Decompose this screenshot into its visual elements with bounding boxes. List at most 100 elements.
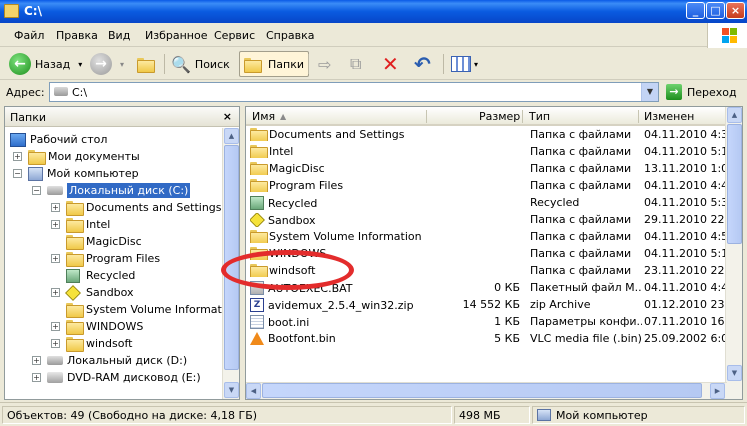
- tree-item-desktop[interactable]: Рабочий стол: [10, 131, 107, 148]
- expand-icon[interactable]: +: [51, 254, 60, 263]
- expand-icon[interactable]: +: [13, 152, 22, 161]
- folder-icon: [250, 162, 268, 175]
- tree-item-magicdisc[interactable]: MagicDisc: [51, 233, 142, 250]
- collapse-icon[interactable]: −: [32, 186, 41, 195]
- scroll-down-button[interactable]: ▼: [727, 365, 742, 381]
- scroll-right-button[interactable]: ▶: [710, 383, 725, 399]
- folder-icon: [250, 145, 268, 158]
- menu-file[interactable]: Файл: [14, 29, 44, 42]
- close-pane-icon[interactable]: ×: [223, 110, 232, 123]
- forward-button[interactable]: → ▾: [90, 51, 124, 77]
- table-row[interactable]: Sandbox Папка с файлами 29.11.2010 22:35: [250, 211, 742, 228]
- tree-item-system-volume-information[interactable]: System Volume Information: [51, 301, 239, 318]
- column-type[interactable]: Тип: [529, 110, 550, 123]
- column-name[interactable]: Имя: [252, 110, 275, 123]
- close-button[interactable]: ×: [726, 2, 745, 19]
- windows-logo-icon: [707, 23, 747, 48]
- horizontal-scrollbar[interactable]: ◀ ▶: [246, 382, 727, 399]
- table-row[interactable]: Program Files Папка с файлами 04.11.2010…: [250, 177, 742, 194]
- folder-icon: [250, 128, 268, 141]
- tree-item-documents-and-settings[interactable]: + Documents and Settings: [51, 199, 222, 216]
- tree-label: System Volume Information: [86, 303, 239, 316]
- copy-to-button[interactable]: ⧉: [350, 51, 361, 77]
- file-list-scrollbar[interactable]: ▲ ▼: [725, 107, 742, 399]
- expand-icon[interactable]: +: [51, 288, 60, 297]
- tree-item-my-computer[interactable]: − Мой компьютер: [13, 165, 139, 182]
- scroll-up-button[interactable]: ▲: [224, 128, 239, 144]
- undo-button[interactable]: ↶: [414, 51, 431, 77]
- drive-icon: [47, 356, 63, 365]
- back-button[interactable]: ← Назад ▾: [9, 51, 82, 77]
- table-row[interactable]: Zavidemux_2.5.4_win32.zip 14 552 КБ zip …: [250, 296, 742, 313]
- move-to-button[interactable]: ⇨: [318, 51, 331, 77]
- copy-to-icon: ⧉: [350, 54, 362, 73]
- expand-icon[interactable]: +: [51, 339, 60, 348]
- table-row[interactable]: Bootfont.bin 5 КБ VLC media file (.bin) …: [250, 330, 742, 347]
- table-row[interactable]: Recycled Recycled 04.11.2010 5:36: [250, 194, 742, 211]
- zip-archive-icon: Z: [250, 298, 264, 312]
- menu-edit[interactable]: Правка: [56, 29, 98, 42]
- folder-tree: Рабочий стол + Мои документы − Мой компь…: [5, 128, 239, 399]
- table-row[interactable]: boot.ini 1 КБ Параметры конфи... 07.11.2…: [250, 313, 742, 330]
- back-arrow-icon: ←: [9, 53, 31, 75]
- scroll-thumb[interactable]: [727, 124, 742, 244]
- expand-icon[interactable]: +: [51, 220, 60, 229]
- tree-item-recycled[interactable]: Recycled: [51, 267, 135, 284]
- tree-item-my-documents[interactable]: + Мои документы: [13, 148, 140, 165]
- tree-item-dvd-drive-e[interactable]: + DVD-RAM дисковод (E:): [32, 369, 201, 386]
- address-field[interactable]: C:\ ▼: [49, 82, 659, 102]
- title-bar: C:\ _ □ ×: [0, 0, 747, 23]
- maximize-button[interactable]: □: [706, 2, 725, 19]
- views-icon: [451, 56, 471, 72]
- vlc-cone-icon: [250, 332, 264, 345]
- drive-icon: [47, 186, 63, 195]
- tree-item-drive-d[interactable]: + Локальный диск (D:): [32, 352, 187, 369]
- tree-item-windsoft[interactable]: + windsoft: [51, 335, 132, 352]
- tree-item-windows[interactable]: + WINDOWS: [51, 318, 143, 335]
- table-row[interactable]: System Volume Information Папка с файлам…: [250, 228, 742, 245]
- views-button[interactable]: ▾: [451, 51, 478, 77]
- scroll-up-button[interactable]: ▲: [727, 107, 742, 123]
- recycle-bin-icon: [250, 196, 264, 210]
- search-button[interactable]: 🔍 Поиск: [171, 51, 230, 77]
- menu-view[interactable]: Вид: [108, 29, 130, 42]
- expand-icon[interactable]: +: [51, 322, 60, 331]
- tree-item-intel[interactable]: + Intel: [51, 216, 110, 233]
- column-modified[interactable]: Изменен: [644, 110, 694, 123]
- collapse-icon[interactable]: −: [13, 169, 22, 178]
- tree-item-sandbox[interactable]: + Sandbox: [51, 284, 134, 301]
- column-size[interactable]: Размер: [479, 110, 520, 123]
- menu-favorites[interactable]: Избранное: [145, 29, 207, 42]
- toolbar: ← Назад ▾ → ▾ 🔍 Поиск Папки ⇨ ⧉ ✕ ↶ ▾: [0, 48, 747, 80]
- address-dropdown-button[interactable]: ▼: [641, 83, 658, 101]
- expand-icon[interactable]: +: [32, 356, 41, 365]
- forward-arrow-icon: →: [90, 53, 112, 75]
- folders-button[interactable]: Папки: [239, 51, 309, 77]
- scroll-left-button[interactable]: ◀: [246, 383, 261, 399]
- table-row[interactable]: MagicDisc Папка с файлами 13.11.2010 1:0…: [250, 160, 742, 177]
- minimize-button[interactable]: _: [686, 2, 705, 19]
- table-row[interactable]: Intel Папка с файлами 04.11.2010 5:15: [250, 143, 742, 160]
- search-label: Поиск: [194, 57, 230, 71]
- delete-button[interactable]: ✕: [382, 51, 399, 77]
- drive-icon: [54, 87, 68, 96]
- chevron-down-icon: ▾: [78, 59, 83, 69]
- tree-item-drive-c[interactable]: − Локальный диск (C:): [32, 182, 191, 199]
- up-folder-button[interactable]: [137, 51, 157, 77]
- chevron-down-icon: ▾: [474, 59, 479, 69]
- scroll-thumb[interactable]: [262, 383, 702, 398]
- go-button[interactable]: → Переход: [666, 84, 737, 100]
- tree-label: Мои документы: [48, 150, 140, 163]
- toolbar-separator: [308, 54, 309, 74]
- menu-help[interactable]: Справка: [266, 29, 314, 42]
- expand-icon[interactable]: +: [51, 203, 60, 212]
- tree-label: Intel: [86, 218, 111, 231]
- menu-tools[interactable]: Сервис: [214, 29, 255, 42]
- scroll-down-button[interactable]: ▼: [224, 382, 239, 398]
- computer-icon: [28, 166, 43, 181]
- table-row[interactable]: Documents and Settings Папка с файлами 0…: [250, 126, 742, 143]
- tree-item-program-files[interactable]: + Program Files: [51, 250, 160, 267]
- column-header: Имя ▲ Размер Тип Изменен: [246, 107, 742, 126]
- expand-icon[interactable]: +: [32, 373, 41, 382]
- folder-icon: [66, 337, 84, 352]
